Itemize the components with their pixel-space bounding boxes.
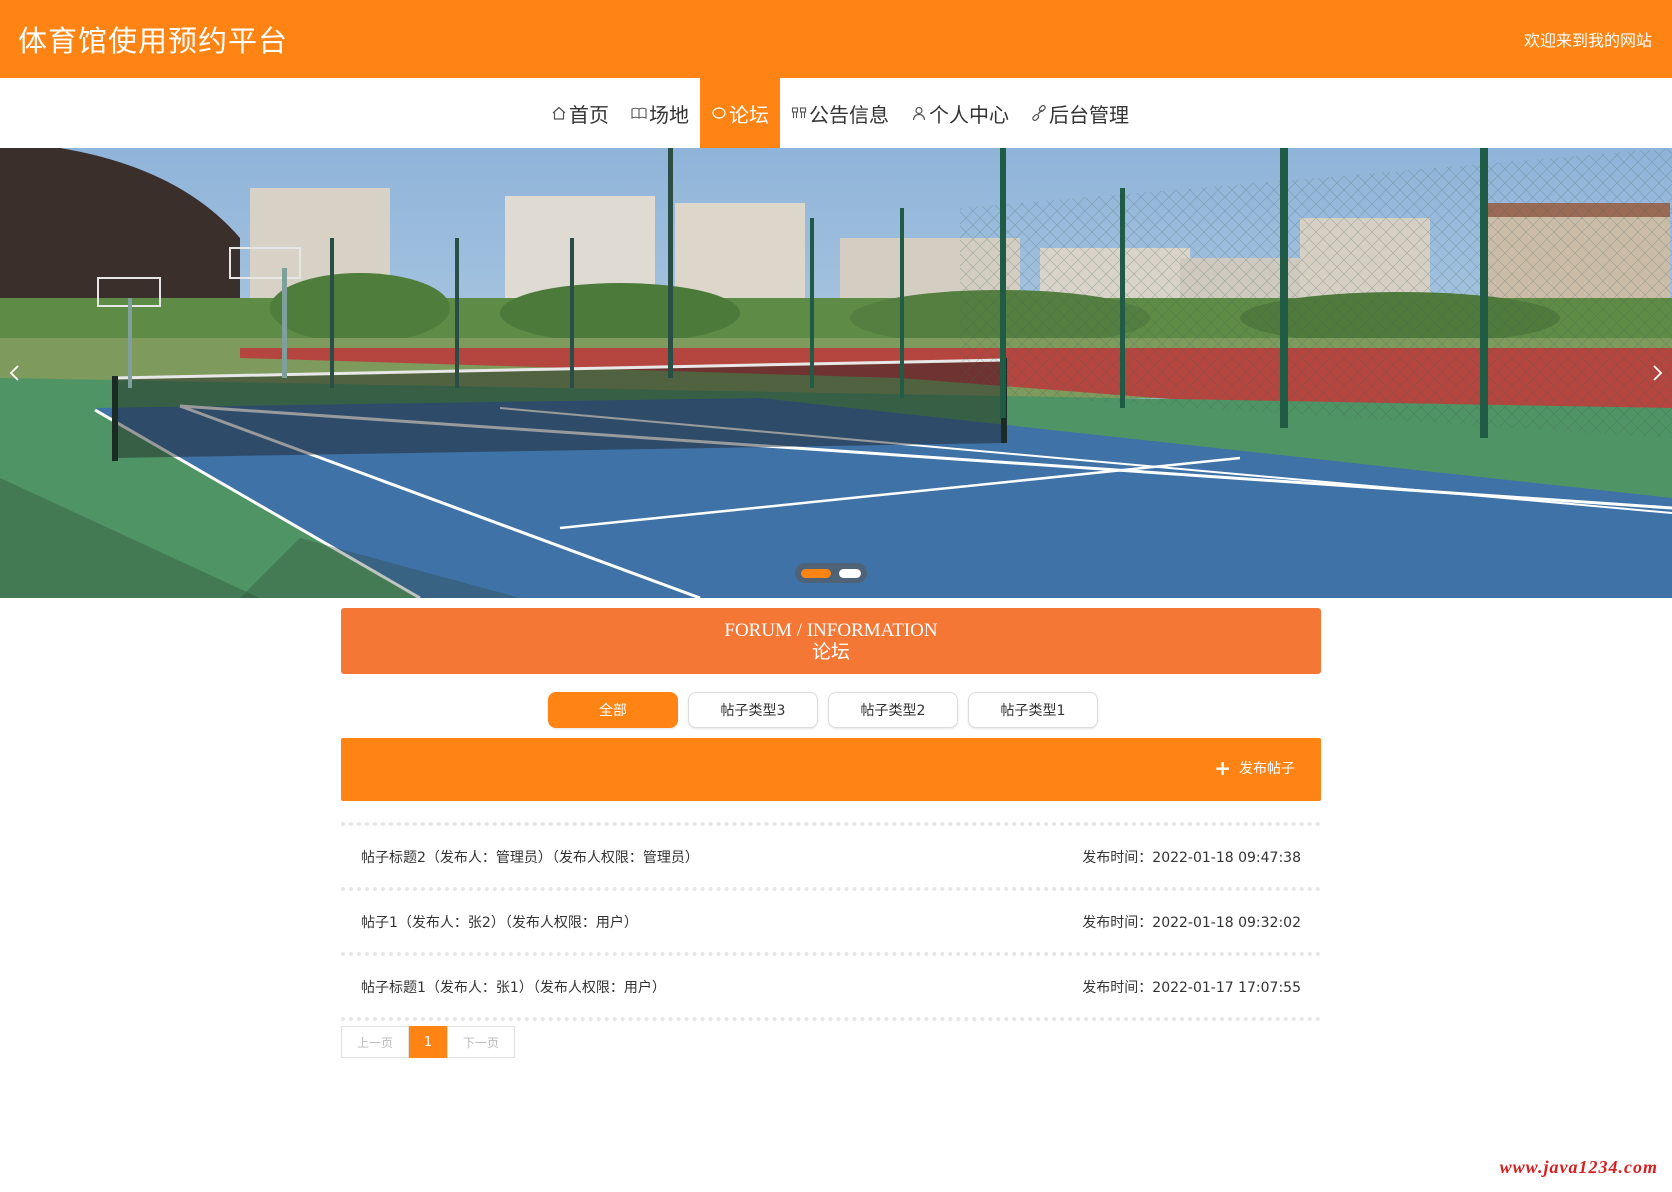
nav-label: 场地 <box>649 102 689 127</box>
site-title: 体育馆使用预约平台 <box>18 24 289 58</box>
nav-label: 个人中心 <box>929 102 1009 127</box>
post-list: 帖子标题2（发布人：管理员）（发布人权限：管理员） 发布时间：2022-01-1… <box>341 822 1321 1021</box>
tab-type-1[interactable]: 帖子类型1 <box>968 692 1098 728</box>
next-page-button[interactable]: 下一页 <box>447 1026 515 1058</box>
forum-section-title: FORUM / INFORMATION 论坛 <box>341 608 1321 674</box>
plus-icon: + <box>1214 756 1231 780</box>
home-icon <box>551 105 567 121</box>
publish-label: 发布帖子 <box>1239 761 1295 777</box>
banner-image <box>0 148 1672 598</box>
post-row[interactable]: 帖子标题2（发布人：管理员）（发布人权限：管理员） 发布时间：2022-01-1… <box>341 826 1321 887</box>
publish-bar: + 发布帖子 <box>341 738 1321 801</box>
post-row[interactable]: 帖子标题1（发布人：张1）（发布人权限：用户） 发布时间：2022-01-17 … <box>341 956 1321 1017</box>
post-time: 发布时间：2022-01-18 09:32:02 <box>1082 914 1301 931</box>
forum-title-en: FORUM / INFORMATION <box>724 620 938 641</box>
post-time: 发布时间：2022-01-18 09:47:38 <box>1082 849 1301 866</box>
link-icon <box>1031 105 1047 121</box>
chevron-right-icon <box>1653 365 1663 381</box>
nav-label: 后台管理 <box>1049 102 1129 127</box>
carousel-dot-2[interactable] <box>839 568 861 578</box>
post-title[interactable]: 帖子标题1（发布人：张1）（发布人权限：用户） <box>361 977 666 997</box>
publish-post-button[interactable]: + 发布帖子 <box>1214 758 1295 778</box>
user-icon <box>911 105 927 121</box>
chevron-left-icon <box>9 365 19 381</box>
nav-item-home[interactable]: 首页 <box>540 78 620 148</box>
post-time: 发布时间：2022-01-17 17:07:55 <box>1082 979 1301 996</box>
watermark: www.java1234.com <box>1499 1157 1658 1177</box>
carousel-dot-1[interactable] <box>801 568 831 578</box>
carousel-indicators <box>795 563 867 583</box>
prev-page-button[interactable]: 上一页 <box>341 1026 409 1058</box>
post-title[interactable]: 帖子标题2（发布人：管理员）（发布人权限：管理员） <box>361 847 699 867</box>
book-icon <box>631 105 647 121</box>
nav-label: 论坛 <box>729 102 769 127</box>
forum-icon <box>711 105 727 121</box>
nav-label: 首页 <box>569 102 609 127</box>
nav-item-venue[interactable]: 场地 <box>620 78 700 148</box>
forum-title-cn: 论坛 <box>811 642 850 663</box>
tab-all[interactable]: 全部 <box>548 692 678 728</box>
carousel-prev-button[interactable] <box>0 353 30 393</box>
nav-item-notice[interactable]: 公告信息 <box>780 78 900 148</box>
nav-item-forum[interactable]: 论坛 <box>700 78 780 148</box>
post-title[interactable]: 帖子1（发布人：张2）（发布人权限：用户） <box>361 912 638 932</box>
banner-carousel <box>0 148 1672 598</box>
category-tabs: 全部 帖子类型3 帖子类型2 帖子类型1 <box>548 692 1098 728</box>
divider <box>341 1017 1321 1021</box>
nav-label: 公告信息 <box>809 102 889 127</box>
carousel-next-button[interactable] <box>1642 353 1672 393</box>
nav-item-user-center[interactable]: 个人中心 <box>900 78 1020 148</box>
page-number-button[interactable]: 1 <box>409 1026 447 1058</box>
nav-item-admin[interactable]: 后台管理 <box>1020 78 1140 148</box>
pagination: 上一页 1 下一页 <box>341 1026 515 1058</box>
post-row[interactable]: 帖子1（发布人：张2）（发布人权限：用户） 发布时间：2022-01-18 09… <box>341 891 1321 952</box>
site-header: 体育馆使用预约平台 欢迎来到我的网站 <box>0 0 1672 78</box>
welcome-text: 欢迎来到我的网站 <box>1523 31 1652 50</box>
notice-icon <box>791 105 807 121</box>
tab-type-2[interactable]: 帖子类型2 <box>828 692 958 728</box>
tab-type-3[interactable]: 帖子类型3 <box>688 692 818 728</box>
main-nav: 首页 场地 论坛 公告信息 个人中心 后台管理 <box>0 78 1672 148</box>
